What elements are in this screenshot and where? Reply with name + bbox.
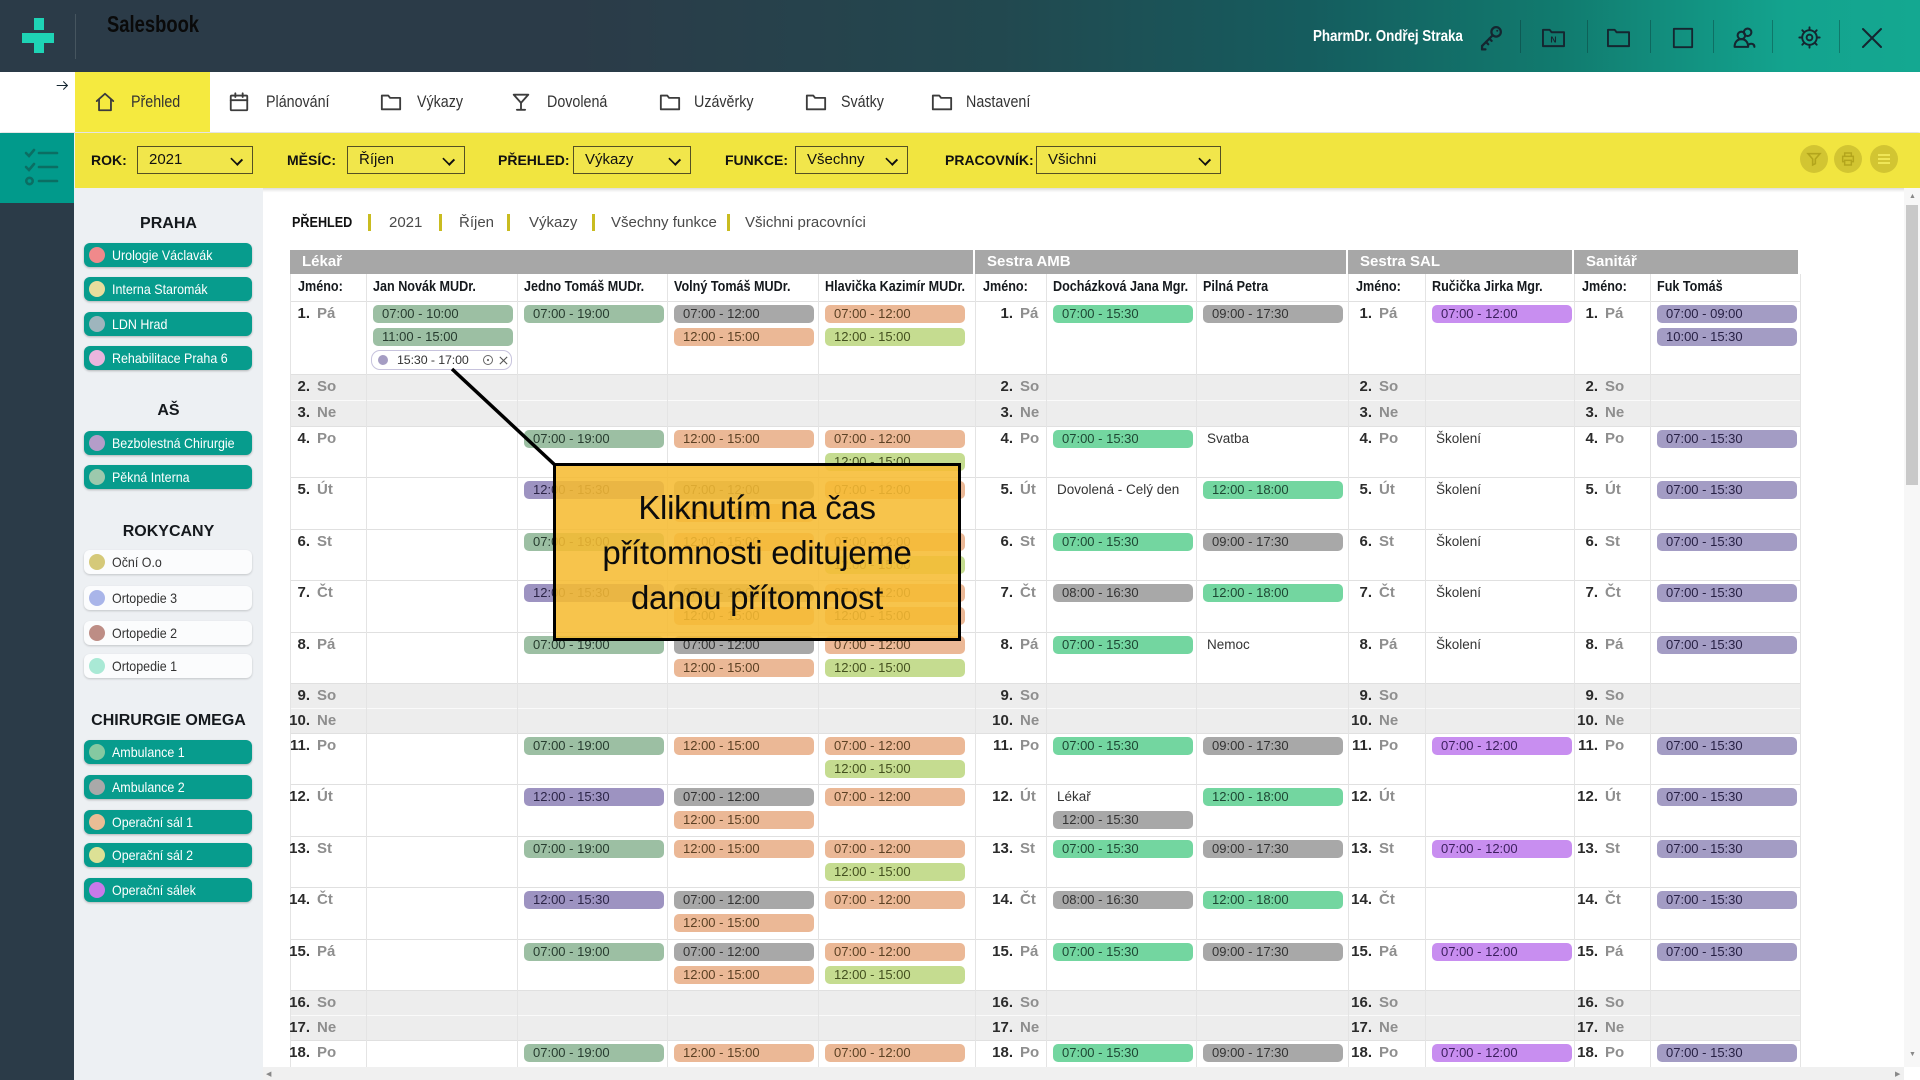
svg-text:N: N	[1550, 34, 1556, 44]
